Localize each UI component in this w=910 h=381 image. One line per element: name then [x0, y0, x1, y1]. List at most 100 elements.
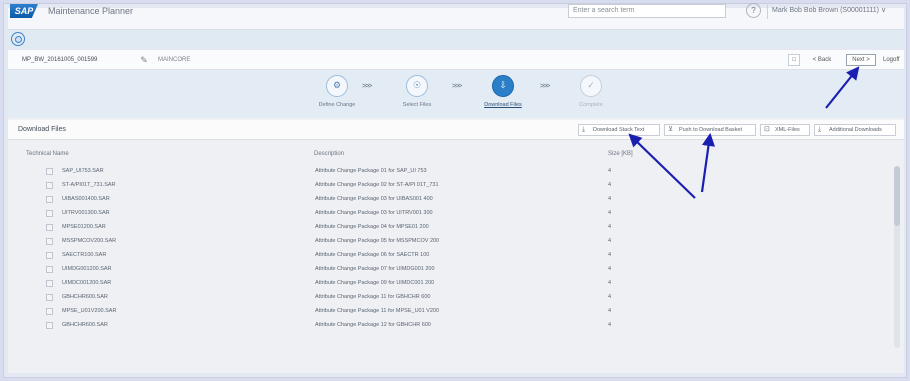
- step-define-change[interactable]: ⚙ Define Change: [307, 75, 367, 108]
- roadmap-separator: >>>: [452, 83, 462, 90]
- column-header-size[interactable]: Size [KB]: [608, 151, 633, 157]
- cell-technical-name: UIMDG001200.SAR: [62, 266, 112, 272]
- step-select-files-label: Select Files: [402, 102, 432, 108]
- cell-description: Attribute Change Package 03 for UIBAS001…: [315, 196, 433, 202]
- table-row[interactable]: GBHCHR600.SAR Attribute Change Package 1…: [8, 292, 888, 305]
- push-to-download-basket-button[interactable]: ⊻ Push to Download Basket: [664, 124, 756, 136]
- row-checkbox[interactable]: [46, 280, 53, 287]
- step-download-files-icon: ⇩: [492, 75, 514, 97]
- cell-technical-name: GBHCHR600.SAR: [62, 294, 108, 300]
- cell-size: 4: [608, 238, 612, 244]
- cell-technical-name: SAECTR100.SAR: [62, 252, 107, 258]
- row-checkbox[interactable]: [46, 196, 53, 203]
- table-row[interactable]: ST-A/PI01T_731.SAR Attribute Change Pack…: [8, 180, 888, 193]
- cell-size: 4: [608, 294, 612, 300]
- logoff-button[interactable]: Logoff: [882, 54, 900, 66]
- basket-icon: ⊻: [668, 126, 674, 133]
- download-icon: ⤓: [582, 126, 586, 133]
- cell-technical-name: UITRV001300.SAR: [62, 210, 110, 216]
- column-header-description[interactable]: Description: [314, 151, 344, 157]
- download-stack-text-label: Download Stack Text: [593, 127, 645, 133]
- cell-size: 4: [608, 322, 612, 328]
- save-button[interactable]: □: [788, 54, 800, 66]
- row-checkbox[interactable]: [46, 238, 53, 245]
- scrollbar-thumb[interactable]: [894, 166, 900, 226]
- xml-files-button[interactable]: ⊡ XML-Files: [760, 124, 810, 136]
- search-input[interactable]: Enter a search term: [568, 4, 726, 18]
- table-row[interactable]: MPSE01200.SAR Attribute Change Package 0…: [8, 222, 888, 235]
- push-to-download-basket-label: Push to Download Basket: [679, 127, 742, 133]
- cell-description: Attribute Change Package 01 for SAP_UI 7…: [315, 168, 427, 174]
- table-row[interactable]: MPSE_U01V200.SAR Attribute Change Packag…: [8, 306, 888, 319]
- xml-files-label: XML-Files: [775, 127, 800, 133]
- cell-description: Attribute Change Package 06 for SAECTR 1…: [315, 252, 430, 258]
- step-complete-icon: ✓: [580, 75, 602, 97]
- cell-size: 4: [608, 224, 612, 230]
- table-row[interactable]: SAECTR100.SAR Attribute Change Package 0…: [8, 250, 888, 263]
- cell-technical-name: MSSPMCOV200.SAR: [62, 238, 117, 244]
- cell-size: 4: [608, 196, 612, 202]
- row-checkbox[interactable]: [46, 182, 53, 189]
- cell-size: 4: [608, 182, 612, 188]
- user-menu[interactable]: Mark Bob Bob Brown (S00001111) ∨: [772, 6, 886, 14]
- additional-downloads-button[interactable]: ⤓ Additional Downloads: [814, 124, 896, 136]
- cell-size: 4: [608, 252, 612, 258]
- table-row[interactable]: UITRV001300.SAR Attribute Change Package…: [8, 208, 888, 221]
- home-icon[interactable]: [11, 32, 25, 46]
- row-checkbox[interactable]: [46, 308, 53, 315]
- cell-description: Attribute Change Package 02 for ST-A/PI …: [315, 182, 439, 188]
- row-checkbox[interactable]: [46, 322, 53, 329]
- step-select-files-icon: ☉: [406, 75, 428, 97]
- xml-icon: ⊡: [764, 126, 770, 133]
- cell-size: 4: [608, 266, 612, 272]
- row-checkbox[interactable]: [46, 294, 53, 301]
- cell-technical-name: MPSE01200.SAR: [62, 224, 106, 230]
- row-checkbox[interactable]: [46, 168, 53, 175]
- step-download-files[interactable]: ⇩ Download Files: [473, 75, 533, 108]
- cell-description: Attribute Change Package 09 for UIMDC001…: [315, 280, 435, 286]
- app-title: Maintenance Planner: [48, 6, 134, 16]
- row-checkbox[interactable]: [46, 252, 53, 259]
- edit-pencil-icon[interactable]: ✎: [138, 54, 150, 66]
- cell-size: 4: [608, 280, 612, 286]
- step-define-change-icon: ⚙: [326, 75, 348, 97]
- row-checkbox[interactable]: [46, 224, 53, 231]
- step-complete: ✓ Complete: [561, 75, 621, 108]
- table-row[interactable]: UIMDG001200.SAR Attribute Change Package…: [8, 264, 888, 277]
- cell-description: Attribute Change Package 12 for GBHCHR 6…: [315, 322, 431, 328]
- back-button[interactable]: < Back: [806, 54, 838, 66]
- cell-technical-name: GBHCHR600.SAR: [62, 322, 108, 328]
- table-row[interactable]: UIMDC001200.SAR Attribute Change Package…: [8, 278, 888, 291]
- cell-technical-name: UIBAS001400.SAR: [62, 196, 110, 202]
- cell-description: Attribute Change Package 03 for UITRV001…: [315, 210, 433, 216]
- cell-description: Attribute Change Package 05 for MSSPMCOV…: [315, 238, 440, 244]
- shell-separator: [767, 3, 768, 19]
- cell-technical-name: UIMDC001200.SAR: [62, 280, 112, 286]
- next-button[interactable]: Next >: [846, 54, 876, 66]
- table-row[interactable]: UIBAS001400.SAR Attribute Change Package…: [8, 194, 888, 207]
- shell-bar: [8, 8, 904, 30]
- table-row[interactable]: MSSPMCOV200.SAR Attribute Change Package…: [8, 236, 888, 249]
- row-checkbox[interactable]: [46, 210, 53, 217]
- cell-size: 4: [608, 168, 612, 174]
- download-stack-text-button[interactable]: ⤓ Download Stack Text: [578, 124, 660, 136]
- row-checkbox[interactable]: [46, 266, 53, 273]
- step-select-files[interactable]: ☉ Select Files: [387, 75, 447, 108]
- step-complete-label: Complete: [579, 102, 603, 108]
- column-header-technical-name[interactable]: Technical Name: [26, 151, 69, 157]
- cell-size: 4: [608, 308, 612, 314]
- roadmap-separator: >>>: [540, 83, 550, 90]
- roadmap-separator: >>>: [362, 83, 372, 90]
- cell-technical-name: ST-A/PI01T_731.SAR: [62, 182, 116, 188]
- cell-size: 4: [608, 210, 612, 216]
- table-row[interactable]: SAP_UI753.SAR Attribute Change Package 0…: [8, 166, 888, 179]
- step-define-change-label: Define Change: [318, 102, 356, 108]
- nav-row: [8, 30, 904, 48]
- roadmap: [8, 70, 904, 118]
- step-download-files-label: Download Files: [484, 102, 522, 108]
- cell-description: Attribute Change Package 04 for MPSE01 2…: [315, 224, 429, 230]
- help-icon[interactable]: ?: [746, 3, 761, 18]
- cell-description: Attribute Change Package 07 for UIMDG001…: [315, 266, 435, 272]
- download-icon: ⤓: [818, 126, 822, 133]
- table-row[interactable]: GBHCHR600.SAR Attribute Change Package 1…: [8, 320, 888, 333]
